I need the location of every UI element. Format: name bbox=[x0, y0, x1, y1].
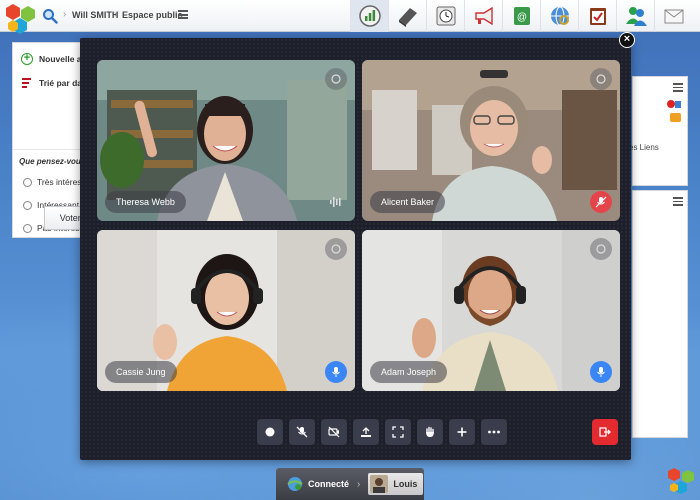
panel-menu-icon[interactable] bbox=[673, 83, 683, 94]
contacts-icon[interactable]: @ bbox=[502, 0, 540, 32]
current-user-chip[interactable]: Louis bbox=[368, 473, 424, 495]
more-icon[interactable] bbox=[481, 419, 507, 445]
breadcrumb-separator: › bbox=[63, 9, 67, 20]
right-panel-top: es Liens bbox=[629, 76, 688, 186]
poll-option[interactable]: Très intéress bbox=[23, 177, 86, 187]
mic-icon[interactable] bbox=[325, 361, 347, 383]
participant-name: Theresa Webb bbox=[105, 191, 186, 213]
current-user-name: Louis bbox=[393, 479, 418, 489]
participant-name: Cassie Jung bbox=[105, 361, 177, 383]
hamburger-menu-icon[interactable] bbox=[178, 10, 188, 19]
status-separator: › bbox=[357, 478, 361, 490]
links-label[interactable]: es Liens bbox=[629, 143, 659, 152]
corner-logo-icon[interactable] bbox=[666, 466, 698, 498]
clock-icon[interactable] bbox=[426, 0, 464, 32]
poll-question: Que pensez-vous bbox=[19, 157, 86, 166]
participant-tile[interactable]: Adam Joseph bbox=[362, 230, 620, 391]
participant-tile[interactable]: Alicent Baker bbox=[362, 60, 620, 221]
notification-badge-icon[interactable] bbox=[667, 99, 681, 109]
radio-button[interactable] bbox=[23, 177, 32, 187]
breadcrumb-separator: › bbox=[114, 9, 118, 20]
notebook-icon[interactable] bbox=[388, 0, 426, 32]
share-screen-icon[interactable] bbox=[353, 419, 379, 445]
mute-mic-icon[interactable] bbox=[289, 419, 315, 445]
plus-icon: + bbox=[21, 53, 33, 65]
mail-icon[interactable] bbox=[654, 0, 692, 32]
record-icon[interactable] bbox=[257, 419, 283, 445]
connection-status-icon bbox=[287, 477, 303, 491]
add-icon[interactable] bbox=[449, 419, 475, 445]
megaphone-icon[interactable] bbox=[464, 0, 502, 32]
avatar bbox=[370, 475, 389, 493]
fullscreen-icon[interactable] bbox=[385, 419, 411, 445]
panel-menu-icon[interactable] bbox=[673, 197, 683, 208]
sort-link[interactable]: Trié par dat bbox=[21, 77, 85, 89]
top-bar: › Will SMITH › Espace public @ bbox=[0, 0, 700, 34]
mic-icon[interactable] bbox=[590, 361, 612, 383]
close-icon[interactable]: × bbox=[619, 32, 635, 48]
sort-icon bbox=[22, 78, 31, 88]
radio-button[interactable] bbox=[23, 200, 32, 210]
app-logo-icon[interactable] bbox=[4, 2, 38, 36]
participant-tile[interactable]: Cassie Jung bbox=[97, 230, 355, 391]
connection-status[interactable]: Connecté bbox=[308, 479, 349, 489]
call-controls bbox=[257, 419, 507, 445]
audio-wave-icon bbox=[325, 191, 347, 213]
sort-label: Trié par dat bbox=[39, 78, 85, 88]
breadcrumb-space[interactable]: Espace public bbox=[122, 10, 183, 20]
search-icon[interactable] bbox=[42, 8, 58, 24]
new-activity-link[interactable]: + Nouvelle ac bbox=[21, 53, 86, 65]
chat-icon[interactable] bbox=[670, 113, 681, 122]
messenger-icon[interactable] bbox=[616, 0, 654, 32]
expand-icon[interactable] bbox=[325, 68, 347, 90]
tasks-icon[interactable] bbox=[578, 0, 616, 32]
radio-button[interactable] bbox=[23, 223, 32, 233]
stats-icon[interactable] bbox=[350, 0, 388, 32]
expand-icon[interactable] bbox=[590, 68, 612, 90]
participant-tile[interactable]: Theresa Webb bbox=[97, 60, 355, 221]
mic-muted-icon[interactable] bbox=[590, 191, 612, 213]
svg-text:@: @ bbox=[516, 12, 526, 23]
right-panel-bottom bbox=[632, 190, 688, 438]
participant-name: Alicent Baker bbox=[370, 191, 446, 213]
links-icon[interactable] bbox=[540, 0, 578, 32]
status-bar: Connecté › Louis bbox=[276, 468, 424, 500]
camera-off-icon[interactable] bbox=[321, 419, 347, 445]
expand-icon[interactable] bbox=[590, 238, 612, 260]
breadcrumb-user[interactable]: Will SMITH bbox=[72, 10, 118, 20]
raise-hand-icon[interactable] bbox=[417, 419, 443, 445]
poll-option-label: Très intéress bbox=[37, 177, 86, 187]
app-launcher-bar: @ bbox=[350, 0, 692, 32]
leave-call-icon[interactable] bbox=[592, 419, 618, 445]
participant-name: Adam Joseph bbox=[370, 361, 448, 383]
expand-icon[interactable] bbox=[325, 238, 347, 260]
